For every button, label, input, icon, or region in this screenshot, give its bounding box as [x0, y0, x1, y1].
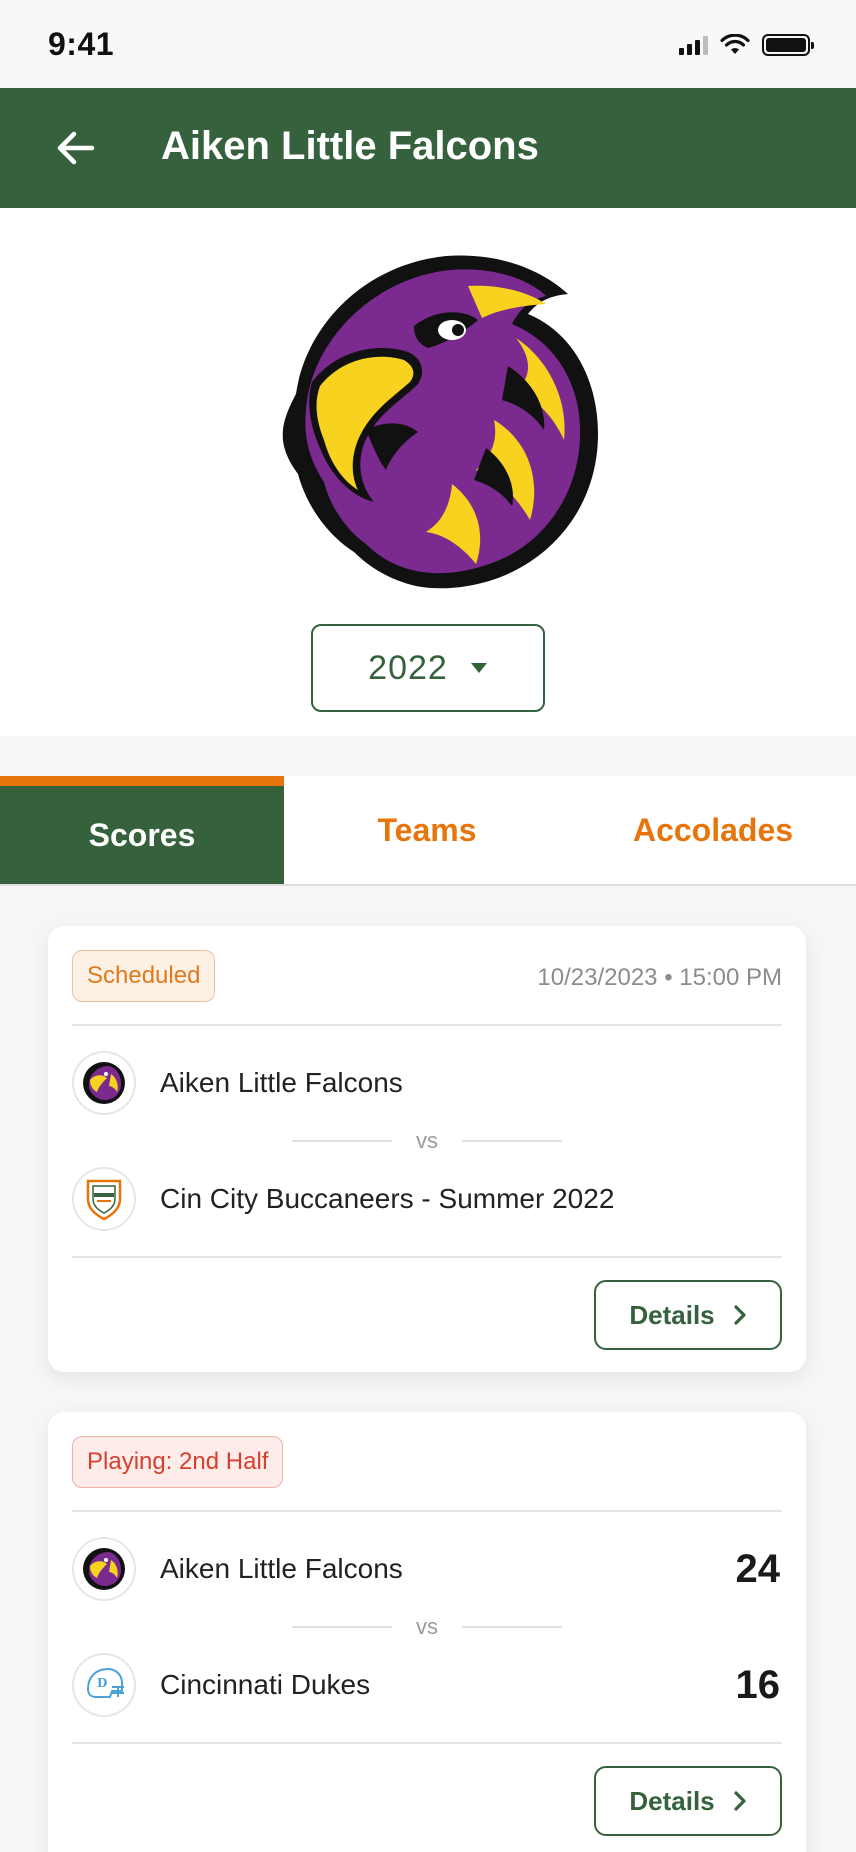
helmet-logo-icon: D	[72, 1653, 136, 1717]
away-team-name: Cincinnati Dukes	[160, 1669, 371, 1700]
battery-icon	[762, 34, 814, 56]
game-datetime: 10/23/2023 • 15:00 PM	[537, 964, 782, 991]
card-header: Playing: 2nd Half	[72, 1412, 782, 1512]
tab-teams[interactable]: Teams	[284, 776, 570, 884]
tab-accolades[interactable]: Accolades	[570, 776, 856, 884]
cellular-signal-icon	[679, 35, 708, 55]
details-button[interactable]: Details	[594, 1766, 782, 1836]
year-value: 2022	[368, 648, 448, 687]
card-footer: Details	[72, 1256, 782, 1366]
away-team-row: Cin City Buccaneers - Summer 2022	[72, 1166, 782, 1232]
home-team-row: Aiken Little Falcons 24	[72, 1536, 782, 1602]
away-team-score: 16	[735, 1662, 781, 1707]
team-hero: 2022	[0, 208, 856, 736]
home-team-score: 24	[735, 1546, 781, 1591]
vs-label: vs	[416, 1614, 438, 1639]
tab-bar: Scores Teams Accolades	[0, 776, 856, 886]
page-title: Aiken Little Falcons	[161, 124, 539, 168]
svg-text:D: D	[97, 1676, 107, 1690]
chevron-right-icon	[734, 1305, 746, 1325]
card-header: Scheduled 10/23/2023 • 15:00 PM	[72, 926, 782, 1026]
away-team-name: Cin City Buccaneers - Summer 2022	[160, 1183, 615, 1214]
details-label: Details	[629, 1785, 715, 1816]
falcon-logo-icon	[72, 1051, 136, 1115]
game-card: Scheduled 10/23/2023 • 15:00 PM Aiken Li…	[48, 926, 806, 1372]
app-header: Aiken Little Falcons	[0, 88, 856, 208]
vs-divider: vs	[72, 1116, 782, 1166]
details-label: Details	[629, 1299, 715, 1330]
falcon-logo	[282, 255, 598, 589]
home-team-name: Aiken Little Falcons	[160, 1553, 403, 1584]
vs-label: vs	[416, 1128, 438, 1153]
falcon-logo-icon	[72, 1537, 136, 1601]
shield-logo-icon	[72, 1167, 136, 1231]
game-card: Playing: 2nd Half Aiken Little Falcons 2…	[48, 1412, 806, 1852]
back-button[interactable]	[52, 124, 100, 172]
status-bar: 9:41	[0, 0, 856, 88]
chevron-right-icon	[734, 1791, 746, 1811]
home-team-name: Aiken Little Falcons	[160, 1067, 403, 1098]
arrow-left-icon	[57, 131, 95, 165]
details-button[interactable]: Details	[594, 1280, 782, 1350]
status-icons	[679, 34, 814, 56]
vs-divider: vs	[72, 1602, 782, 1652]
away-team-row: D Cincinnati Dukes 16	[72, 1652, 782, 1718]
wifi-icon	[720, 34, 750, 54]
status-badge: Playing: 2nd Half	[72, 1436, 284, 1488]
status-badge: Scheduled	[72, 950, 216, 1002]
status-time: 9:41	[48, 26, 115, 62]
year-select[interactable]: 2022	[311, 624, 545, 712]
card-footer: Details	[72, 1742, 782, 1852]
home-team-row: Aiken Little Falcons	[72, 1050, 782, 1116]
caret-down-icon	[470, 663, 487, 673]
tab-scores[interactable]: Scores	[0, 776, 284, 884]
